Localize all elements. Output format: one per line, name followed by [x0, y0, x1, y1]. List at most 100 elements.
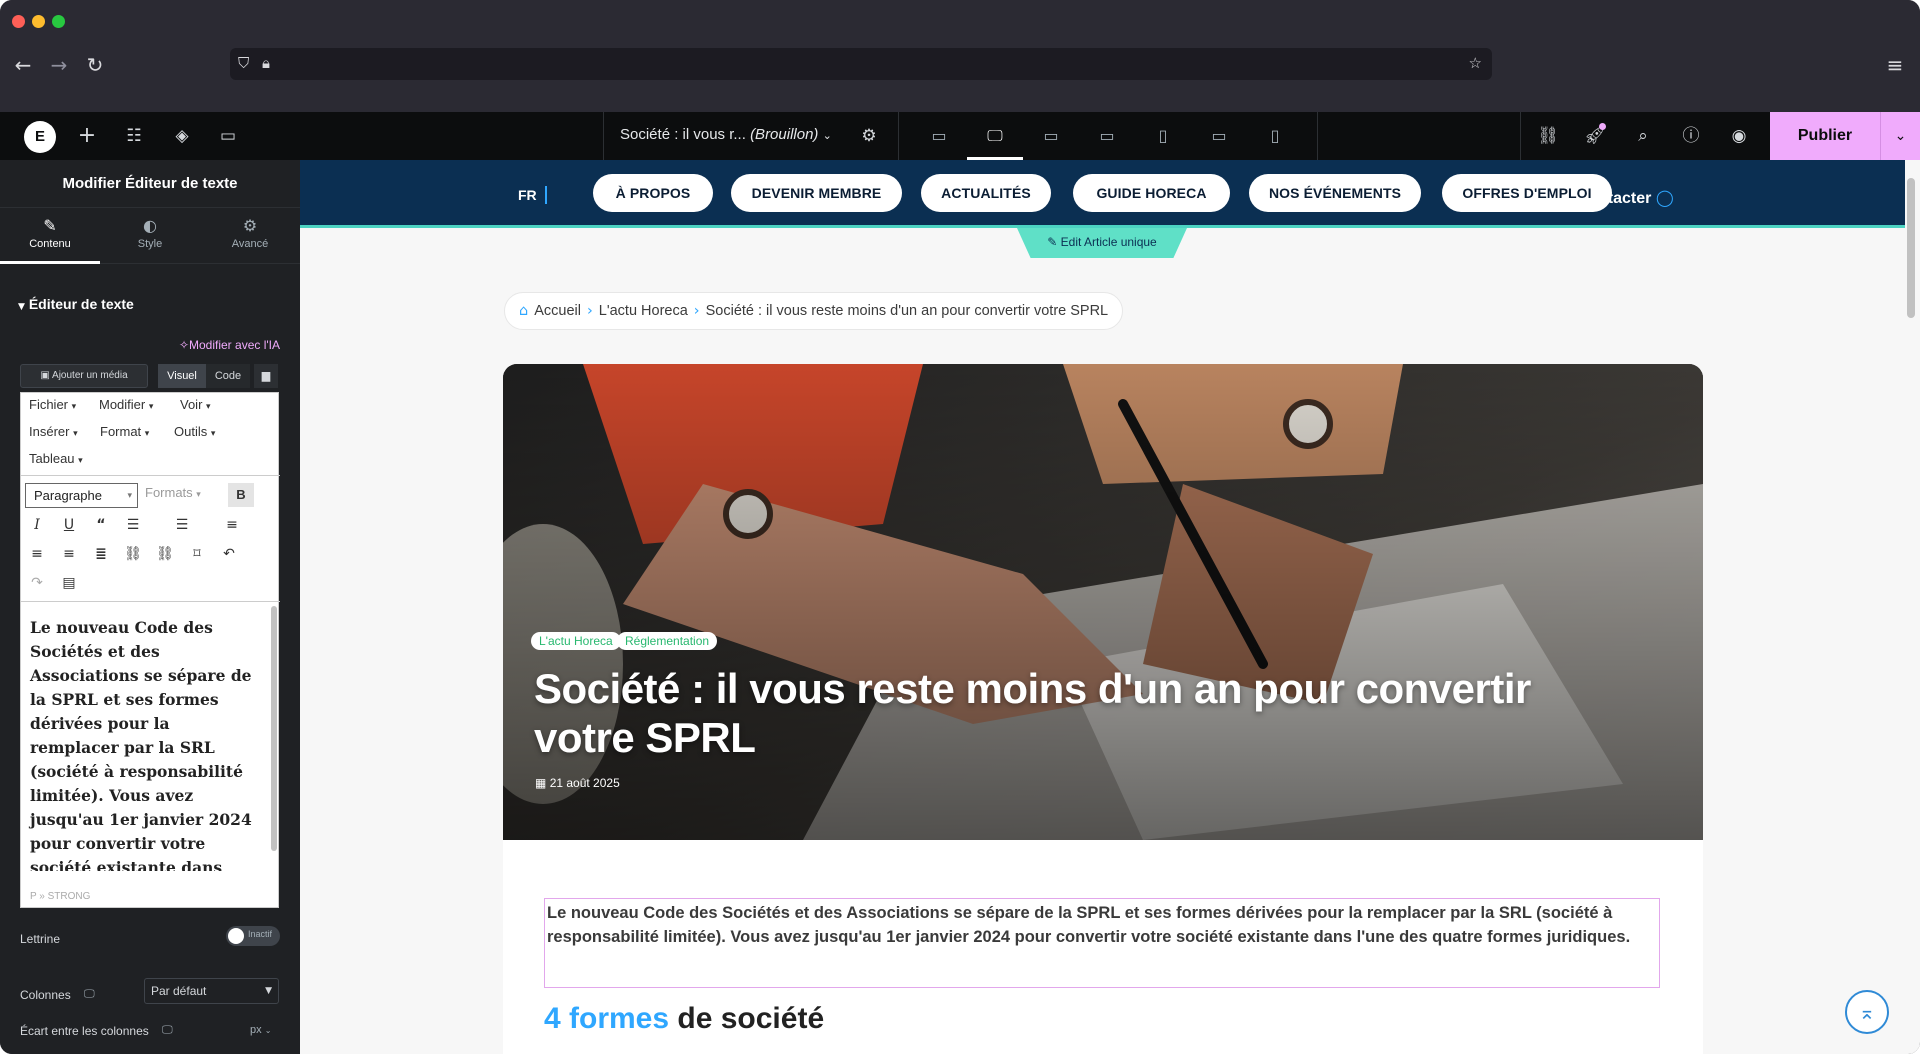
menu-fichier[interactable]: Fichier ▾ [29, 397, 76, 412]
paragraph-select[interactable]: Paragraphe ▾ [25, 483, 138, 508]
add-element-icon[interactable]: + [75, 124, 99, 148]
menu-modifier[interactable]: Modifier ▾ [99, 397, 153, 412]
edit-article-label: Edit Article unique [1060, 235, 1157, 249]
tab-code[interactable]: Code [206, 364, 250, 388]
star-icon[interactable]: ☆ [1469, 54, 1482, 72]
link-icon[interactable]: ⛓ [1536, 124, 1560, 148]
unit-select[interactable]: px ⌄ [250, 1024, 271, 1036]
address-bar[interactable]: ⛉ 🔒︎ ☆ [230, 48, 1492, 80]
shield-icon[interactable]: ⛉ [238, 54, 249, 72]
numbered-list-icon[interactable]: ☰ [171, 514, 193, 536]
lettrine-toggle[interactable]: Inactif [226, 926, 280, 946]
bookmark-icon[interactable]: ⌑ [186, 543, 208, 565]
maximize-window-button[interactable] [52, 15, 65, 28]
toolbar-toggle-icon[interactable]: ▤ [58, 572, 80, 594]
formats-select[interactable]: Formats ▾ [145, 485, 201, 500]
underline-icon[interactable]: U [58, 514, 80, 536]
menu-tableau[interactable]: Tableau ▾ [29, 451, 83, 466]
bullet-list-icon[interactable]: ☰ [122, 514, 144, 536]
pencil-icon: ✎ [43, 216, 57, 235]
intro-text-widget[interactable]: Le nouveau Code des Sociétés et des Asso… [544, 898, 1660, 988]
undo-icon[interactable]: ↶ [218, 543, 240, 565]
section-toggle[interactable]: ▼ Éditeur de texte [18, 296, 134, 312]
structure-layers-icon[interactable]: ◈ [170, 124, 194, 148]
laptop-device-icon[interactable]: ▭ [1037, 124, 1065, 148]
tab-visual[interactable]: Visuel [158, 364, 206, 388]
language-switcher[interactable]: FR [518, 187, 537, 203]
redo-icon[interactable]: ↷ [26, 572, 48, 594]
notification-dot [1599, 123, 1606, 130]
document-title-dropdown[interactable]: Société : il vous r... (Brouillon) ⌄ [620, 126, 832, 143]
align-center-icon[interactable]: ≡ [26, 543, 48, 565]
align-right-icon[interactable]: ≡ [58, 543, 80, 565]
page-settings-gear-icon[interactable]: ⚙ [857, 124, 881, 148]
mobile-landscape-icon[interactable]: ▭ [1205, 124, 1233, 148]
nav-offres-emploi[interactable]: OFFRES D'EMPLOI [1442, 174, 1612, 212]
breadcrumb-current: Société : il vous reste moins d'un an po… [705, 303, 1109, 319]
edit-article-tab[interactable]: ✎ Edit Article unique [1017, 228, 1187, 258]
site-settings-icon[interactable]: ☷ [122, 124, 146, 148]
mobile-portrait-icon[interactable]: ▯ [1261, 124, 1289, 148]
tab-label: Style [137, 238, 163, 250]
separator [898, 112, 899, 160]
help-icon[interactable]: ⓘ [1679, 124, 1703, 148]
hamburger-icon[interactable]: ≡ [1880, 50, 1910, 80]
add-media-button[interactable]: ▣ Ajouter un média [20, 364, 148, 388]
ai-edit-link[interactable]: ✧Modifier avec l'IA [179, 338, 280, 352]
desktop-device-icon[interactable]: 🖵︎ [981, 124, 1009, 148]
blockquote-icon[interactable]: “ [90, 514, 112, 536]
rocket-icon[interactable]: 🚀︎ [1583, 123, 1607, 148]
nav-actualites[interactable]: ACTUALITÉS [921, 174, 1051, 212]
editor-scrollbar[interactable] [271, 606, 277, 851]
site-header: FR À PROPOS DEVENIR MEMBRE ACTUALITÉS GU… [300, 160, 1905, 228]
nav-guide-horeca[interactable]: GUIDE HORECA [1073, 174, 1230, 212]
align-justify-icon[interactable]: ≣ [90, 543, 112, 565]
tinymce-editor: Fichier ▾ Modifier ▾ Voir ▾ Insérer ▾ Fo… [20, 392, 280, 908]
reload-icon[interactable]: ↻ [80, 50, 110, 80]
tab-contenu[interactable]: ✎ Contenu [0, 208, 100, 264]
breadcrumb-accueil[interactable]: Accueil [534, 303, 581, 319]
link-icon[interactable]: ⛓ [122, 543, 144, 565]
breadcrumb-actu[interactable]: L'actu Horeca [599, 303, 688, 319]
caret-down-icon: ▼ [265, 986, 272, 996]
align-left-icon[interactable]: ≡ [221, 514, 243, 536]
minimize-window-button[interactable] [32, 15, 45, 28]
breadcrumb: ⌂ Accueil › L'actu Horeca › Société : il vous… [504, 292, 1124, 330]
tag-actu-horeca[interactable]: L'actu Horeca [531, 632, 621, 650]
responsive-monitor-icon[interactable]: 🖵︎ [84, 987, 95, 1001]
bold-button[interactable]: B [228, 483, 254, 507]
tablet-portrait-icon[interactable]: ▯ [1149, 124, 1177, 148]
home-icon[interactable]: ⌂ [519, 303, 528, 319]
close-window-button[interactable] [12, 15, 25, 28]
arrow-right-icon[interactable]: → [44, 50, 74, 80]
menu-outils[interactable]: Outils ▾ [174, 424, 215, 439]
nav-devenir-membre[interactable]: DEVENIR MEMBRE [731, 174, 902, 212]
menu-inserer[interactable]: Insérer ▾ [29, 424, 78, 439]
tablet-landscape-icon[interactable]: ▭ [1093, 124, 1121, 148]
trash-icon[interactable]: ▆ [254, 364, 278, 388]
tab-style[interactable]: ◐ Style [100, 208, 200, 264]
menu-format[interactable]: Format ▾ [100, 424, 149, 439]
preview-eye-icon[interactable]: ◉ [1727, 124, 1751, 148]
italic-icon[interactable]: I [26, 514, 48, 536]
search-icon[interactable]: ⌕ [1631, 124, 1655, 148]
comments-icon[interactable]: ▭ [216, 124, 240, 148]
canvas-scrollbar[interactable] [1907, 178, 1915, 318]
responsive-monitor-icon[interactable]: 🖵︎ [162, 1023, 173, 1037]
elementor-logo-icon[interactable]: E [24, 121, 56, 153]
doc-status: (Brouillon) [750, 126, 819, 143]
publish-button[interactable]: Publier [1770, 112, 1880, 160]
nav-a-propos[interactable]: À PROPOS [593, 174, 713, 212]
unlink-icon[interactable]: ⛓ [154, 543, 176, 565]
publish-options-chevron-icon[interactable]: ⌄ [1880, 112, 1920, 160]
back-to-top-icon[interactable]: ⌅ [1845, 990, 1889, 1034]
tab-avance[interactable]: ⚙ Avancé [200, 208, 300, 264]
arrow-left-icon[interactable]: ← [8, 50, 38, 80]
colonnes-select[interactable]: Par défaut ▼ [144, 978, 279, 1004]
tag-reglementation[interactable]: Réglementation [617, 632, 718, 650]
nav-nos-evenements[interactable]: NOS ÉVÉNEMENTS [1249, 174, 1421, 212]
widescreen-device-icon[interactable]: ▭ [925, 124, 953, 148]
divider [21, 475, 280, 476]
editor-content-area[interactable]: Le nouveau Code des Sociétés et des Asso… [21, 601, 280, 871]
menu-voir[interactable]: Voir ▾ [180, 397, 211, 412]
